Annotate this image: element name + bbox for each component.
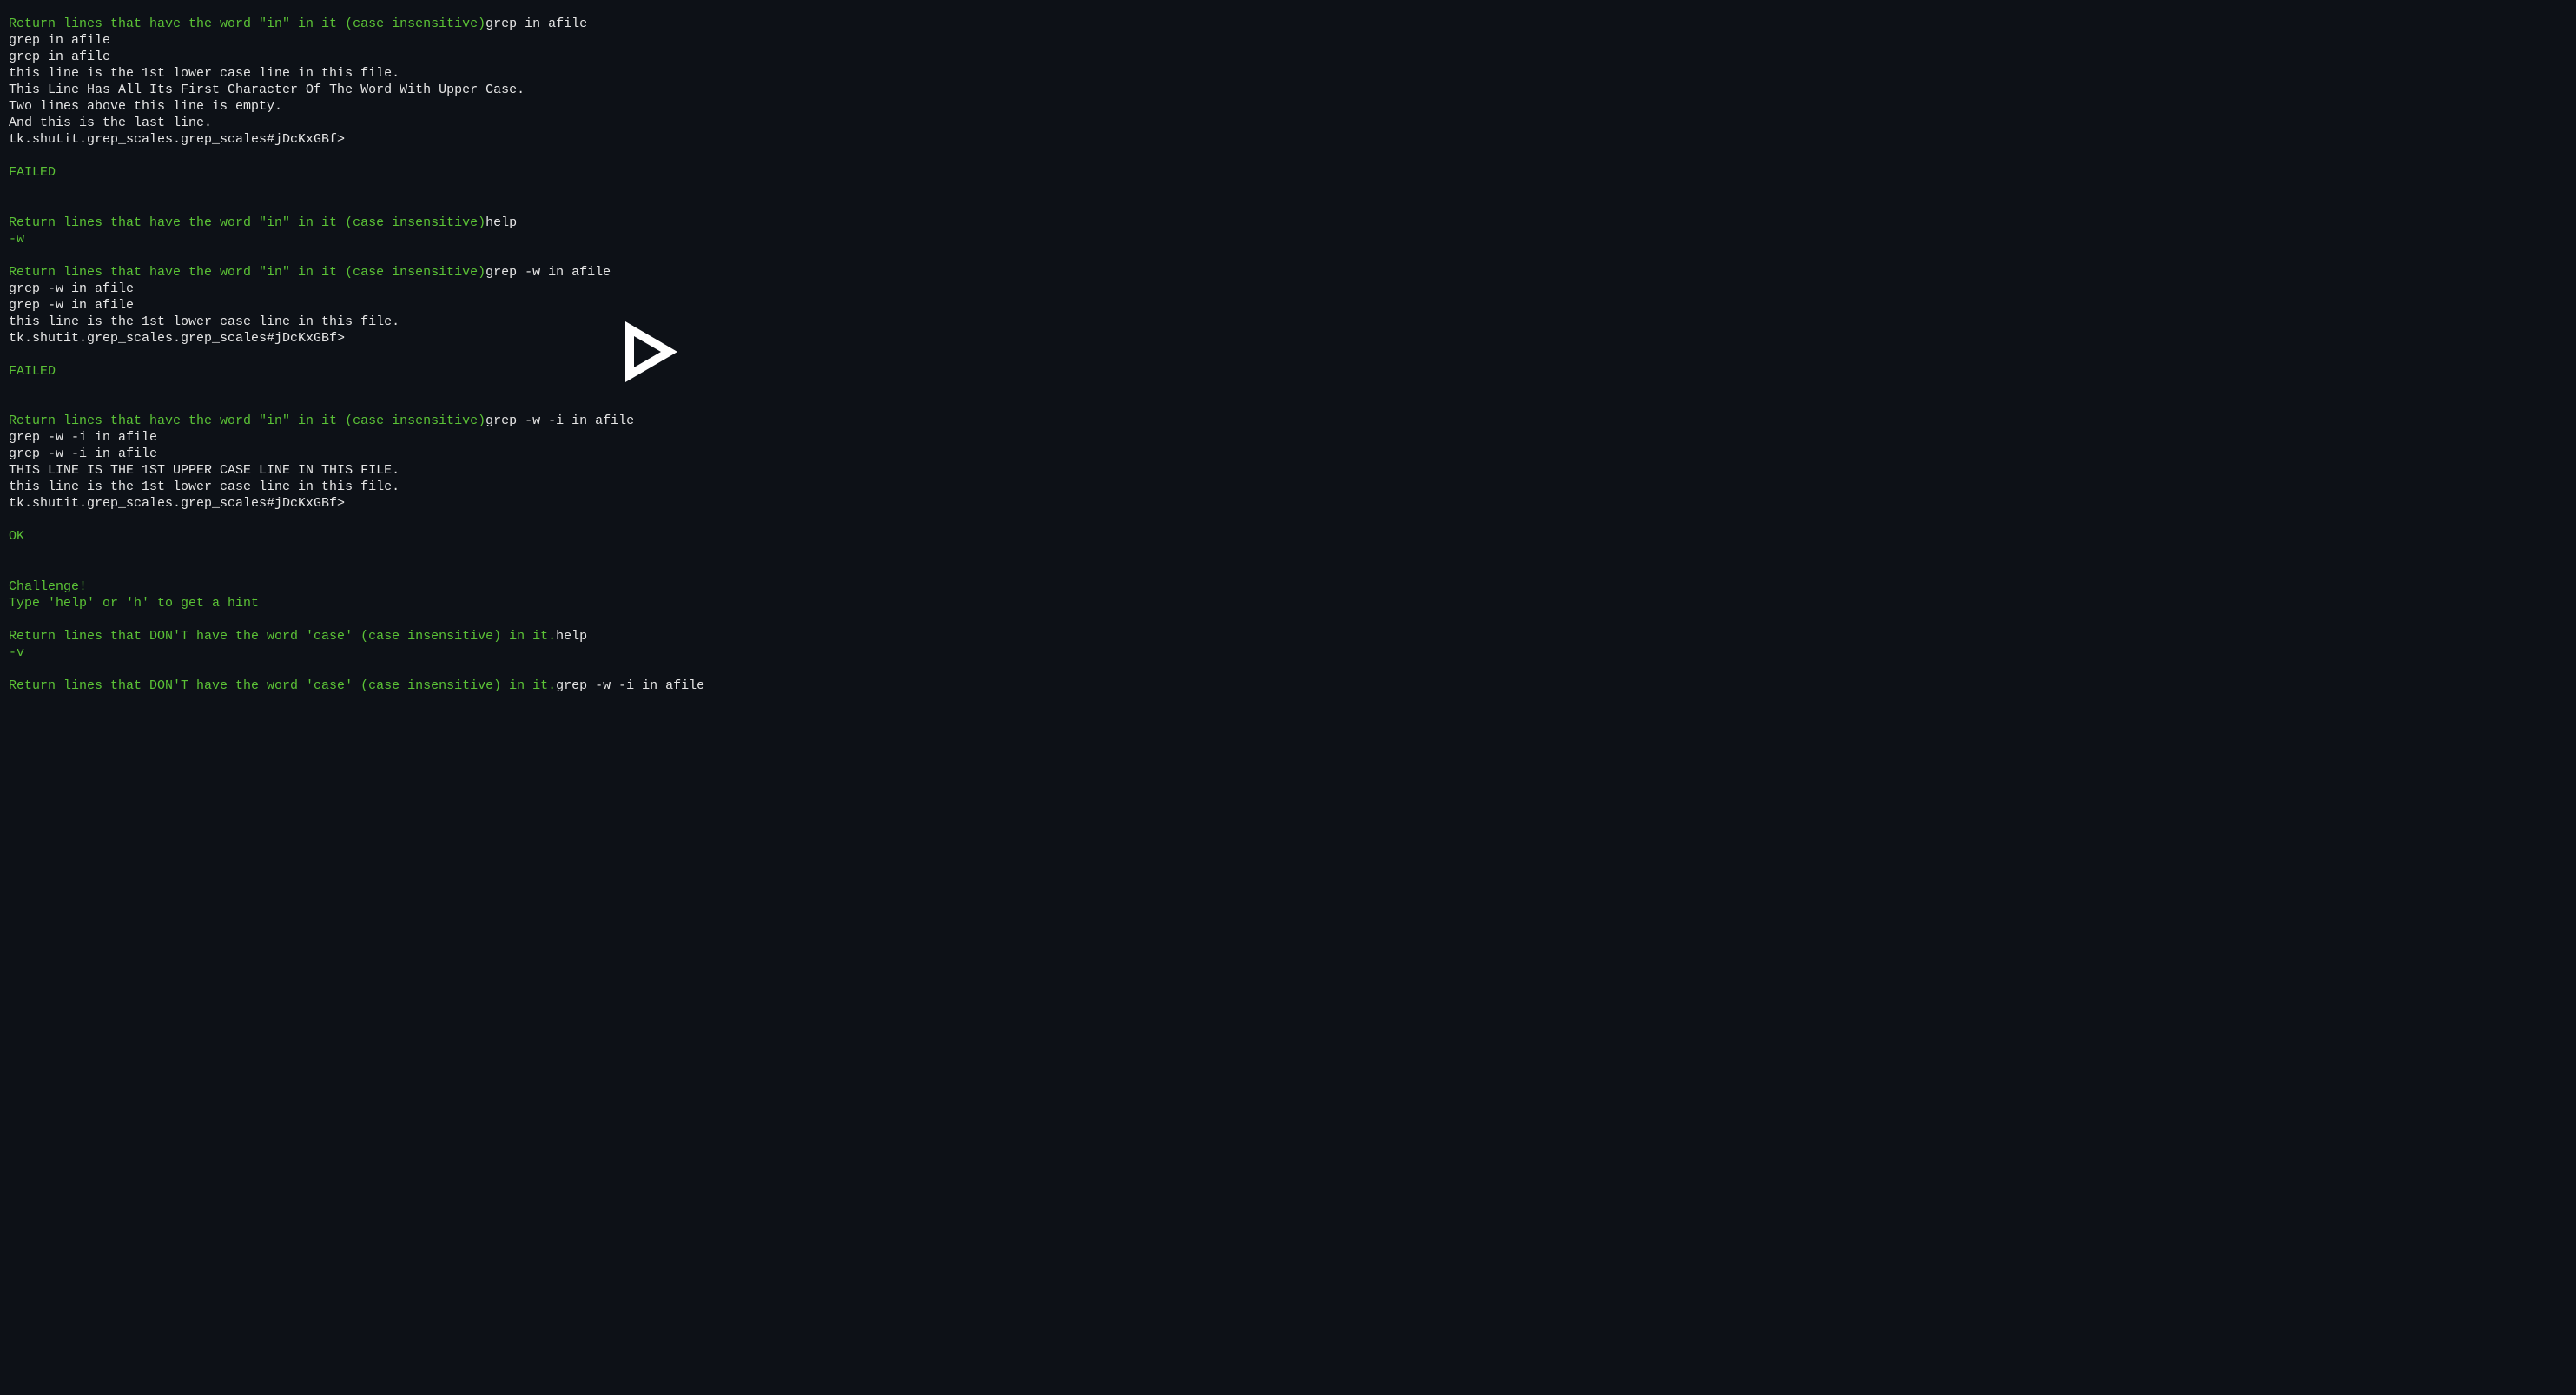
terminal-line: And this is the last line. xyxy=(9,115,1294,131)
terminal-text-segment: Return lines that have the word "in" in … xyxy=(9,17,485,31)
terminal-line: Two lines above this line is empty. xyxy=(9,98,1294,115)
terminal-line: grep in afile xyxy=(9,49,1294,65)
terminal-line: FAILED xyxy=(9,164,1294,181)
terminal-line: Return lines that have the word "in" in … xyxy=(9,264,1294,281)
terminal-line xyxy=(9,198,1294,215)
terminal-line: tk.shutit.grep_scales.grep_scales#jDcKxG… xyxy=(9,131,1294,148)
terminal-line: grep -w -i in afile xyxy=(9,429,1294,446)
terminal-text-segment: This Line Has All Its First Character Of… xyxy=(9,83,525,97)
terminal-line xyxy=(9,545,1294,562)
terminal-line: this line is the 1st lower case line in … xyxy=(9,479,1294,495)
terminal-text-segment: help xyxy=(485,215,517,230)
terminal-text-segment: Return lines that have the word "in" in … xyxy=(9,413,485,428)
terminal-text-segment: Challenge! xyxy=(9,579,87,594)
terminal-line: THIS LINE IS THE 1ST UPPER CASE LINE IN … xyxy=(9,462,1294,479)
terminal-text-segment: grep -w -i in afile xyxy=(485,413,634,428)
terminal-text-segment: grep -w -i in afile xyxy=(9,446,157,461)
terminal-text-segment: Type 'help' or 'h' to get a hint xyxy=(9,596,259,611)
terminal-line: -w xyxy=(9,231,1294,248)
terminal-text-segment: grep -w -i in afile xyxy=(556,678,704,693)
terminal-line: Type 'help' or 'h' to get a hint xyxy=(9,595,1294,612)
terminal-text-segment: tk.shutit.grep_scales.grep_scales#jDcKxG… xyxy=(9,132,345,147)
terminal-text-segment: And this is the last line. xyxy=(9,116,212,130)
terminal-line: grep -w in afile xyxy=(9,281,1294,297)
terminal-line: -v xyxy=(9,645,1294,661)
terminal-line xyxy=(9,612,1294,628)
terminal-text-segment: help xyxy=(556,629,587,644)
terminal-line xyxy=(9,248,1294,264)
terminal-text-segment: this line is the 1st lower case line in … xyxy=(9,479,400,494)
terminal-text-segment: grep -w -i in afile xyxy=(9,430,157,445)
terminal-text-segment: tk.shutit.grep_scales.grep_scales#jDcKxG… xyxy=(9,496,345,511)
terminal-line: Return lines that have the word "in" in … xyxy=(9,413,1294,429)
terminal-text-segment: grep in afile xyxy=(485,17,587,31)
terminal-text-segment: Two lines above this line is empty. xyxy=(9,99,282,114)
terminal-line: grep in afile xyxy=(9,32,1294,49)
terminal-line xyxy=(9,181,1294,197)
terminal-line xyxy=(9,661,1294,678)
terminal-text-segment: grep in afile xyxy=(9,50,110,64)
terminal-text-segment: this line is the 1st lower case line in … xyxy=(9,314,400,329)
terminal-text-segment: THIS LINE IS THE 1ST UPPER CASE LINE IN … xyxy=(9,463,400,478)
terminal-line: This Line Has All Its First Character Of… xyxy=(9,82,1294,98)
terminal-text-segment: Return lines that DON'T have the word 'c… xyxy=(9,678,556,693)
terminal-text-segment: FAILED xyxy=(9,165,56,180)
terminal-line xyxy=(9,512,1294,528)
terminal-line: Return lines that DON'T have the word 'c… xyxy=(9,678,1294,694)
terminal-line xyxy=(9,148,1294,164)
terminal-text-segment: -w xyxy=(9,232,24,247)
terminal-line: Challenge! xyxy=(9,578,1294,595)
terminal-line: grep -w in afile xyxy=(9,297,1294,314)
terminal-text-segment: Return lines that have the word "in" in … xyxy=(9,265,485,280)
terminal-text-segment: grep -w in afile xyxy=(485,265,611,280)
terminal-text-segment: grep -w in afile xyxy=(9,298,134,313)
terminal-text-segment: -v xyxy=(9,645,24,660)
terminal-text-segment: Return lines that DON'T have the word 'c… xyxy=(9,629,556,644)
terminal-line: this line is the 1st lower case line in … xyxy=(9,65,1294,82)
terminal-line: Return lines that have the word "in" in … xyxy=(9,16,1294,32)
terminal-text-segment: grep in afile xyxy=(9,33,110,48)
terminal-text-segment: OK xyxy=(9,529,24,544)
terminal-text-segment: this line is the 1st lower case line in … xyxy=(9,66,400,81)
terminal-line xyxy=(9,562,1294,578)
terminal-text-segment: grep -w in afile xyxy=(9,281,134,296)
terminal-line xyxy=(9,396,1294,413)
terminal-line: tk.shutit.grep_scales.grep_scales#jDcKxG… xyxy=(9,495,1294,512)
terminal-line: OK xyxy=(9,528,1294,545)
play-icon xyxy=(625,321,677,382)
terminal-line: Return lines that have the word "in" in … xyxy=(9,215,1294,231)
terminal-line: Return lines that DON'T have the word 'c… xyxy=(9,628,1294,645)
terminal-text-segment: Return lines that have the word "in" in … xyxy=(9,215,485,230)
play-button[interactable] xyxy=(625,321,677,387)
terminal-text-segment: FAILED xyxy=(9,364,56,379)
terminal-text-segment: tk.shutit.grep_scales.grep_scales#jDcKxG… xyxy=(9,331,345,346)
terminal-line: grep -w -i in afile xyxy=(9,446,1294,462)
